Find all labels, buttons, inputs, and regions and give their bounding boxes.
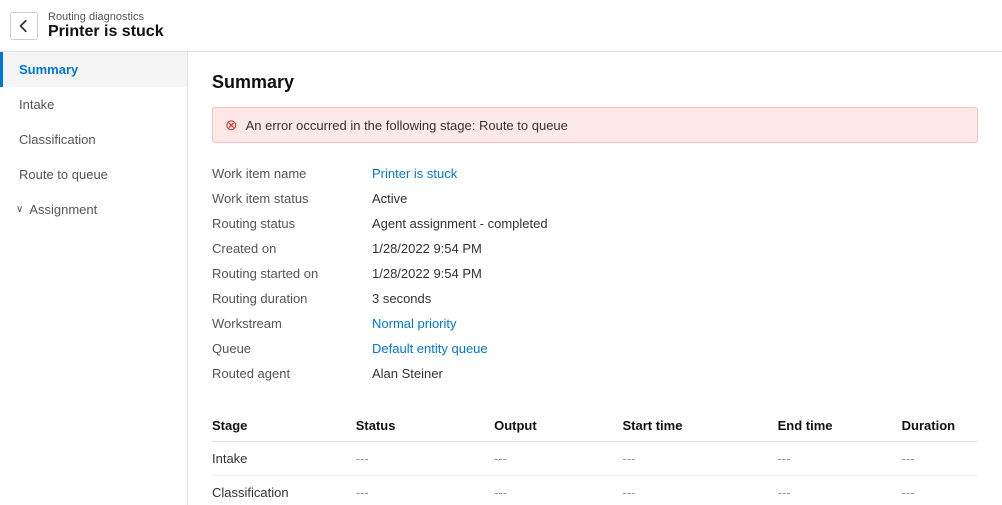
stage-cell: Intake xyxy=(212,442,356,476)
routing-duration-value: 3 seconds xyxy=(372,291,431,306)
work-item-status-label: Work item status xyxy=(212,191,372,206)
info-row-workstream: Workstream Normal priority xyxy=(212,311,978,336)
table-header-row: Stage Status Output Start time End time … xyxy=(212,410,978,442)
info-row-routing-status: Routing status Agent assignment - comple… xyxy=(212,211,978,236)
sidebar-item-intake[interactable]: Intake xyxy=(0,87,187,122)
status-text: --- xyxy=(356,451,369,466)
col-header-status: Status xyxy=(356,410,494,442)
routed-agent-value: Alan Steiner xyxy=(372,366,443,381)
sidebar: Summary Intake Classification Route to q… xyxy=(0,52,188,505)
info-row-created-on: Created on 1/28/2022 9:54 PM xyxy=(212,236,978,261)
queue-label: Queue xyxy=(212,341,372,356)
routing-duration-label: Routing duration xyxy=(212,291,372,306)
sidebar-item-summary[interactable]: Summary xyxy=(0,52,187,87)
duration-cell: --- xyxy=(902,442,978,476)
info-row-routing-started-on: Routing started on 1/28/2022 9:54 PM xyxy=(212,261,978,286)
sidebar-group-label: Assignment xyxy=(29,202,97,217)
work-item-status-value: Active xyxy=(372,191,407,206)
created-on-label: Created on xyxy=(212,241,372,256)
routing-status-label: Routing status xyxy=(212,216,372,231)
duration-cell: --- xyxy=(902,476,978,505)
col-header-duration: Duration xyxy=(902,410,978,442)
output-cell: --- xyxy=(494,442,622,476)
status-text: --- xyxy=(356,485,369,500)
routing-started-on-label: Routing started on xyxy=(212,266,372,281)
workstream-value[interactable]: Normal priority xyxy=(372,316,457,331)
main-layout: Summary Intake Classification Route to q… xyxy=(0,52,1002,505)
col-header-end-time: End time xyxy=(778,410,902,442)
info-row-work-item-status: Work item status Active xyxy=(212,186,978,211)
back-button[interactable] xyxy=(10,12,38,40)
col-header-output: Output xyxy=(494,410,622,442)
queue-value[interactable]: Default entity queue xyxy=(372,341,488,356)
output-cell: --- xyxy=(494,476,622,505)
sidebar-item-classification[interactable]: Classification xyxy=(0,122,187,157)
info-row-queue: Queue Default entity queue xyxy=(212,336,978,361)
header-text-block: Routing diagnostics Printer is stuck xyxy=(48,11,164,41)
created-on-value: 1/28/2022 9:54 PM xyxy=(372,241,482,256)
col-header-start-time: Start time xyxy=(623,410,778,442)
info-row-routed-agent: Routed agent Alan Steiner xyxy=(212,361,978,386)
start-time-cell: --- xyxy=(623,442,778,476)
workstream-label: Workstream xyxy=(212,316,372,331)
breadcrumb: Routing diagnostics xyxy=(48,11,164,23)
table-row: Classification--------------- xyxy=(212,476,978,505)
work-item-name-value[interactable]: Printer is stuck xyxy=(372,166,457,181)
content-title: Summary xyxy=(212,72,978,93)
col-header-stage: Stage xyxy=(212,410,356,442)
stage-table: Stage Status Output Start time End time … xyxy=(212,410,978,505)
error-banner-text: An error occurred in the following stage… xyxy=(246,118,568,133)
back-icon xyxy=(17,19,31,33)
start-time-cell: --- xyxy=(623,476,778,505)
sidebar-item-route-to-queue[interactable]: Route to queue xyxy=(0,157,187,192)
page-title: Printer is stuck xyxy=(48,23,164,41)
info-row-work-item-name: Work item name Printer is stuck xyxy=(212,161,978,186)
info-row-routing-duration: Routing duration 3 seconds xyxy=(212,286,978,311)
work-item-name-label: Work item name xyxy=(212,166,372,181)
page-header: Routing diagnostics Printer is stuck xyxy=(0,0,1002,52)
content-area: Summary ⊗ An error occurred in the follo… xyxy=(188,52,1002,505)
routing-started-on-value: 1/28/2022 9:54 PM xyxy=(372,266,482,281)
end-time-cell: --- xyxy=(778,476,902,505)
routing-status-value: Agent assignment - completed xyxy=(372,216,548,231)
table-row: Intake--------------- xyxy=(212,442,978,476)
sidebar-group-assignment[interactable]: ∨ Assignment xyxy=(0,192,187,221)
status-cell: --- xyxy=(356,476,494,505)
routed-agent-label: Routed agent xyxy=(212,366,372,381)
error-banner: ⊗ An error occurred in the following sta… xyxy=(212,107,978,143)
status-cell: --- xyxy=(356,442,494,476)
chevron-down-icon: ∨ xyxy=(16,204,23,215)
info-table: Work item name Printer is stuck Work ite… xyxy=(212,161,978,386)
error-circle-icon: ⊗ xyxy=(225,116,238,134)
end-time-cell: --- xyxy=(778,442,902,476)
stage-cell: Classification xyxy=(212,476,356,505)
